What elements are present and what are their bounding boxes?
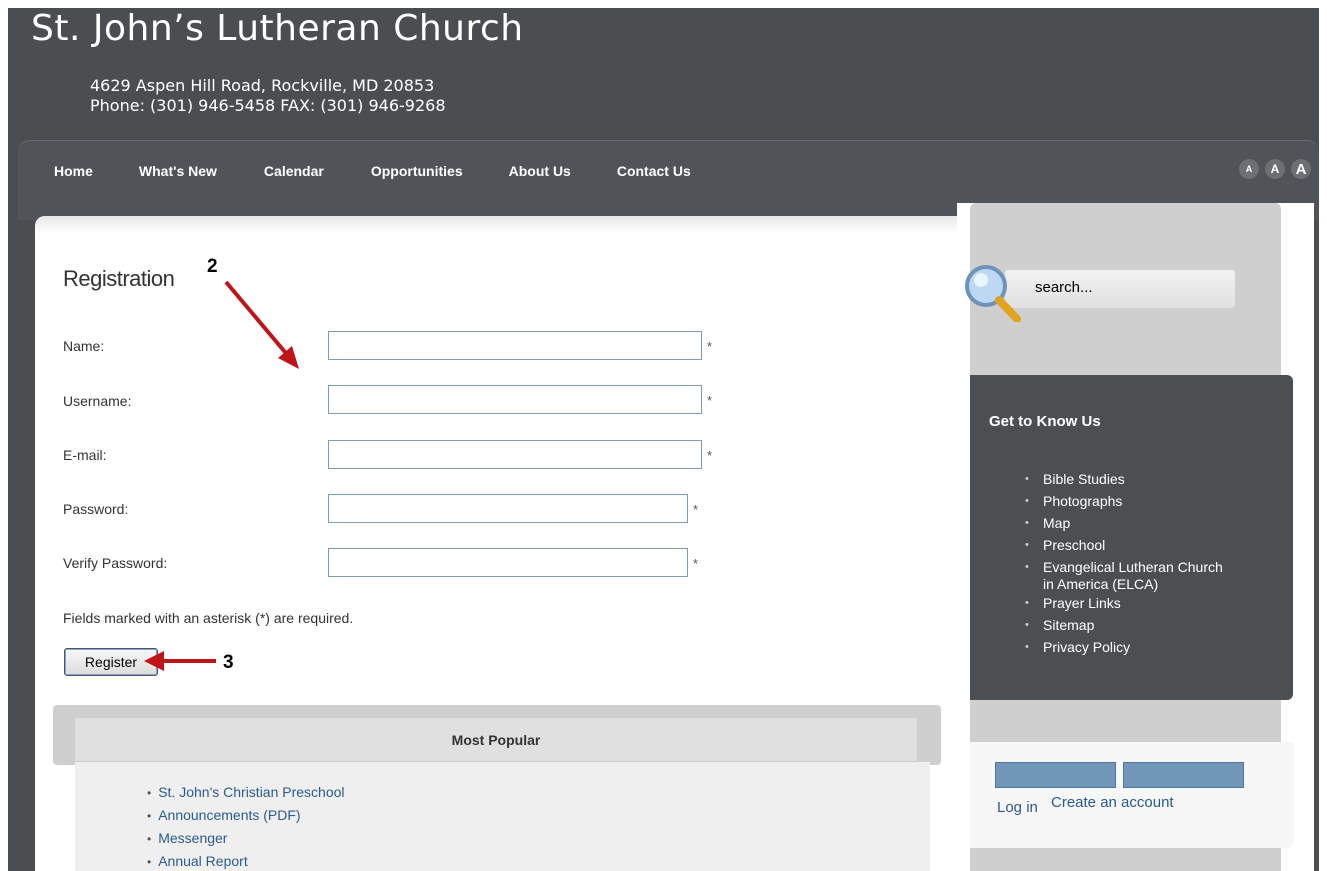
most-popular-module: Most Popular St. John's Christian Presch… xyxy=(53,705,941,871)
sidebar-item-privacy-policy[interactable]: Privacy Policy xyxy=(1025,636,1275,658)
username-label: Username: xyxy=(63,393,132,409)
magnifier-icon xyxy=(965,265,1021,322)
site-contact: 4629 Aspen Hill Road, Rockville, MD 2085… xyxy=(90,76,446,116)
login-button-blank[interactable] xyxy=(995,762,1116,788)
main-nav: Home What's New Calendar Opportunities A… xyxy=(54,163,691,179)
nav-contact-us[interactable]: Contact Us xyxy=(617,163,691,179)
site-address: 4629 Aspen Hill Road, Rockville, MD 2085… xyxy=(90,76,435,95)
create-account-button-blank[interactable] xyxy=(1123,762,1244,788)
step-3-label: 3 xyxy=(223,652,234,673)
nav-whats-new[interactable]: What's New xyxy=(139,163,217,179)
site-title[interactable]: St. John’s Lutheran Church xyxy=(31,8,524,49)
log-in-link[interactable]: Log in xyxy=(997,799,1038,816)
most-popular-item[interactable]: St. John's Christian Preschool xyxy=(147,781,344,804)
email-label: E-mail: xyxy=(63,447,107,463)
email-required-mark: * xyxy=(707,448,713,463)
content-top-shadow xyxy=(35,216,965,234)
step-3-arrow-icon xyxy=(144,651,216,671)
sidebar-separator xyxy=(970,700,1281,742)
most-popular-list: St. John's Christian Preschool Announcem… xyxy=(147,781,345,871)
font-large-button[interactable]: A xyxy=(1291,159,1311,179)
sidebar-bottom-ribbon xyxy=(970,848,1281,871)
name-required-mark: * xyxy=(707,339,713,354)
sidebar-item-map[interactable]: Map xyxy=(1025,512,1275,534)
nav-home[interactable]: Home xyxy=(54,163,93,179)
create-account-link[interactable]: Create an account xyxy=(1051,794,1174,811)
username-required-mark: * xyxy=(707,393,713,408)
site-phone: Phone: (301) 946-5458 FAX: (301) 946-926… xyxy=(90,96,446,115)
cropped-top-caption xyxy=(0,0,1327,8)
font-medium-button[interactable]: A xyxy=(1265,159,1285,179)
most-popular-item[interactable]: Announcements (PDF) xyxy=(147,804,345,827)
search-input[interactable]: search... xyxy=(1005,270,1235,308)
nav-calendar[interactable]: Calendar xyxy=(264,163,324,179)
verify-password-required-mark: * xyxy=(693,556,699,571)
name-label: Name: xyxy=(63,338,105,354)
name-field[interactable] xyxy=(328,331,702,360)
sidebar-item-bible-studies[interactable]: Bible Studies xyxy=(1025,468,1275,490)
most-popular-item[interactable]: Annual Report xyxy=(147,850,345,871)
username-field[interactable] xyxy=(328,385,702,414)
password-field[interactable] xyxy=(328,494,688,523)
font-size-controls: A A A xyxy=(1239,159,1311,179)
verify-password-field[interactable] xyxy=(328,548,688,577)
elca-line-2[interactable]: in America (ELCA) xyxy=(1043,577,1275,592)
email-field[interactable] xyxy=(328,440,702,469)
nav-opportunities[interactable]: Opportunities xyxy=(371,163,463,179)
get-to-know-title: Get to Know Us xyxy=(989,413,1101,430)
verify-password-label: Verify Password: xyxy=(63,555,168,571)
sidebar-item-prayer-links[interactable]: Prayer Links xyxy=(1025,592,1275,614)
page-title: Registration xyxy=(63,266,175,291)
sidebar-item-preschool[interactable]: Preschool xyxy=(1025,534,1275,556)
most-popular-title: Most Popular xyxy=(75,718,917,762)
password-label: Password: xyxy=(63,501,129,517)
required-fields-note: Fields marked with an asterisk (*) are r… xyxy=(63,610,354,626)
password-required-mark: * xyxy=(693,502,699,517)
sidebar-item-sitemap[interactable]: Sitemap xyxy=(1025,614,1275,636)
font-small-button[interactable]: A xyxy=(1239,159,1259,179)
step-2-label: 2 xyxy=(207,256,218,277)
sidebar-item-elca[interactable]: Evangelical Lutheran Church in America (E… xyxy=(1025,556,1275,592)
step-2-arrow-icon xyxy=(224,280,299,369)
nav-about-us[interactable]: About Us xyxy=(509,163,571,179)
most-popular-item[interactable]: Messenger xyxy=(147,827,345,850)
get-to-know-list: Bible Studies Photographs Map Preschool … xyxy=(1025,468,1275,658)
sidebar-item-photographs[interactable]: Photographs xyxy=(1025,490,1275,512)
elca-line-1[interactable]: Evangelical Lutheran Church xyxy=(1043,559,1223,575)
